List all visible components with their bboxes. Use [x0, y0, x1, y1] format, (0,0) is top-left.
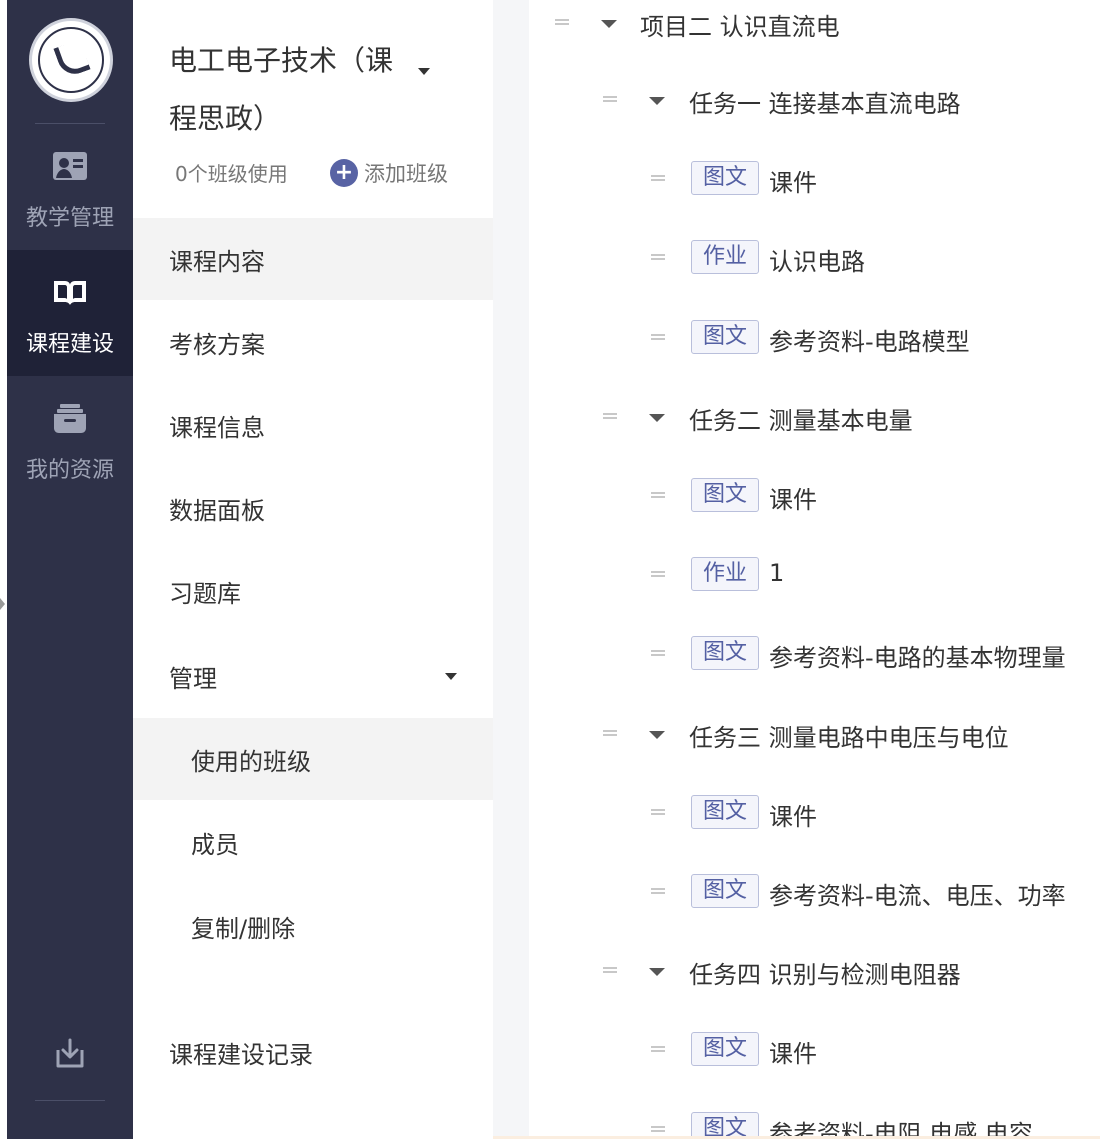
task-title: 任务四 识别与检测电阻器 [689, 961, 961, 990]
task-title: 任务一 连接基本直流电路 [689, 90, 961, 118]
nav-item-used-classes[interactable]: 使用的班级 [133, 718, 493, 800]
collapse-arrow-icon[interactable] [0, 598, 5, 610]
drag-handle-icon[interactable] [651, 254, 665, 261]
resource-row[interactable]: 作业 认识电路 [529, 228, 1100, 288]
task-title: 任务三 测量电路中电压与电位 [689, 723, 1009, 752]
class-count: 0个班级使用 [175, 162, 288, 186]
caret-down-icon[interactable] [649, 968, 665, 977]
resource-row[interactable]: 图文 参考资料-电流、电压、功率 [529, 862, 1100, 922]
resource-title: 认识电路 [769, 248, 865, 277]
rail-item-my-resources[interactable]: 我的资源 [7, 376, 133, 502]
resource-title: 参考资料-电路的基本物理量 [769, 644, 1066, 673]
course-content-tree: 项目二 认识直流电 任务一 连接基本直流电路 图文 课件 作业 认识电路 图文 参考资料-电… [529, 0, 1100, 1139]
task-row[interactable]: 任务四 识别与检测电阻器 [529, 941, 1100, 1001]
rail-divider [35, 1100, 105, 1101]
resource-row[interactable]: 图文 课件 [529, 1020, 1100, 1080]
course-subnav: 电工电子技术（课程思政） 0个班级使用 + 添加班级 课程内容 考核方案 课程信… [133, 0, 493, 1139]
nav-item-members[interactable]: 成员 [133, 801, 493, 883]
nav-item-data-panel[interactable]: 数据面板 [133, 467, 493, 549]
teacher-card-icon [53, 152, 87, 180]
rail-item-label: 课程建设 [25, 332, 114, 357]
resource-title: 参考资料-电路模型 [769, 327, 970, 356]
resource-row[interactable]: 图文 课件 [529, 466, 1100, 526]
resource-row[interactable]: 图文 参考资料-电阻 电感 电容 [529, 1100, 1100, 1139]
left-rail: 教学管理 课程建设 我的资源 [7, 0, 133, 1139]
rail-item-label: 教学管理 [25, 206, 114, 231]
archive-box-icon [54, 404, 86, 433]
course-title[interactable]: 电工电子技术（课程思政） [169, 32, 419, 148]
open-book-icon [54, 281, 86, 305]
drag-handle-icon[interactable] [555, 19, 569, 25]
resource-title: 课件 [769, 486, 817, 514]
caret-down-icon[interactable] [649, 730, 665, 739]
drag-handle-icon[interactable] [651, 175, 665, 182]
task-row[interactable]: 任务一 连接基本直流电路 [529, 70, 1100, 130]
resource-type-badge: 作业 [691, 557, 760, 592]
logo-ring [38, 27, 104, 93]
resource-type-badge: 图文 [691, 1111, 760, 1139]
resource-title: 课件 [769, 169, 817, 198]
college-logo[interactable] [29, 18, 113, 102]
add-class-label: 添加班级 [364, 162, 448, 186]
drag-handle-icon[interactable] [651, 571, 665, 578]
logo-mark [53, 39, 91, 79]
project-title: 项目二 认识直流电 [640, 13, 840, 41]
add-class-button[interactable]: + 添加班级 [330, 158, 448, 188]
drag-handle-icon[interactable] [603, 412, 617, 419]
nav-item-build-log[interactable]: 课程建设记录 [133, 1011, 493, 1093]
resource-title: 参考资料-电流、电压、功率 [769, 882, 1066, 910]
download-tray-icon[interactable] [52, 1036, 88, 1072]
nav-item-course-content[interactable]: 课程内容 [133, 218, 493, 300]
drag-handle-icon[interactable] [651, 333, 665, 340]
resource-title: 1 [769, 559, 785, 588]
rail-item-teaching-management[interactable]: 教学管理 [7, 124, 133, 250]
resource-type-badge: 图文 [691, 636, 760, 671]
drag-handle-icon[interactable] [651, 1125, 665, 1132]
caret-down-icon[interactable] [649, 97, 665, 105]
nav-item-assessment[interactable]: 考核方案 [133, 301, 493, 383]
resource-title: 课件 [769, 802, 817, 831]
resource-type-badge: 图文 [691, 478, 760, 512]
task-title: 任务二 测量基本电量 [689, 406, 913, 435]
drag-handle-icon[interactable] [603, 729, 617, 736]
caret-down-icon[interactable] [601, 20, 617, 28]
drag-handle-icon[interactable] [603, 96, 617, 102]
resource-type-badge: 图文 [691, 161, 760, 196]
resource-row[interactable]: 图文 课件 [529, 149, 1100, 209]
resource-title: 课件 [769, 1040, 817, 1069]
drag-handle-icon[interactable] [603, 967, 617, 974]
task-row[interactable]: 任务三 测量电路中电压与电位 [529, 704, 1100, 764]
nav-item-course-info[interactable]: 课程信息 [133, 384, 493, 466]
chevron-down-icon [445, 673, 457, 680]
resource-type-badge: 图文 [691, 319, 760, 354]
chevron-down-icon[interactable] [418, 68, 430, 75]
rail-item-course-building[interactable]: 课程建设 [7, 250, 133, 376]
rail-item-label: 我的资源 [25, 458, 114, 483]
resource-type-badge: 作业 [691, 240, 760, 275]
content-gutter [493, 0, 529, 1139]
drag-handle-icon[interactable] [651, 650, 665, 657]
plus-icon: + [330, 159, 358, 187]
caret-down-icon[interactable] [649, 413, 665, 422]
resource-type-badge: 图文 [691, 874, 760, 908]
drag-handle-icon[interactable] [651, 1046, 665, 1053]
drag-handle-icon[interactable] [651, 888, 665, 894]
nav-item-copy-delete[interactable]: 复制/删除 [133, 885, 493, 967]
project-row[interactable]: 项目二 认识直流电 [529, 0, 1100, 53]
resource-row[interactable]: 图文 课件 [529, 783, 1100, 843]
nav-item-question-bank[interactable]: 习题库 [133, 550, 493, 632]
resource-type-badge: 图文 [691, 794, 760, 829]
drag-handle-icon[interactable] [651, 492, 665, 498]
resource-row[interactable]: 图文 参考资料-电路模型 [529, 308, 1100, 368]
nav-item-management[interactable]: 管理 [133, 635, 493, 717]
resource-type-badge: 图文 [691, 1032, 760, 1067]
resource-row[interactable]: 图文 参考资料-电路的基本物理量 [529, 624, 1100, 684]
resource-row[interactable]: 作业 1 [529, 545, 1100, 605]
task-row[interactable]: 任务二 测量基本电量 [529, 387, 1100, 447]
drag-handle-icon[interactable] [651, 808, 665, 815]
